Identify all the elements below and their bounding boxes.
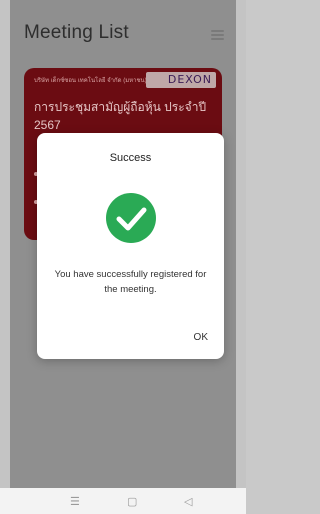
hamburger-menu-icon[interactable] xyxy=(211,30,224,40)
back-icon[interactable]: ◁ xyxy=(184,495,192,508)
page-title: Meeting List xyxy=(24,22,129,43)
card-company-name: บริษัท เด็กซ์ซอน เทคโนโลยี จำกัด (มหาชน) xyxy=(34,78,147,84)
company-logo: DEXON xyxy=(167,73,212,86)
ok-button[interactable]: OK xyxy=(194,332,208,343)
recent-apps-icon[interactable]: ☰ xyxy=(70,495,80,508)
dialog-title: Success xyxy=(109,152,152,164)
system-nav-bar: ☰ ▢ ◁ xyxy=(0,488,246,514)
success-dialog: Success You have successfully registered… xyxy=(37,133,224,359)
meeting-title: การประชุมสามัญผู้ถือหุ้น ประจำปี 2567 xyxy=(34,100,207,132)
home-icon[interactable]: ▢ xyxy=(127,495,137,508)
right-edge xyxy=(236,0,246,488)
dialog-message: You have successfully registered for the… xyxy=(54,269,207,295)
phone-screen: Meeting List บริษัท เด็กซ์ซอน เทคโนโลยี … xyxy=(0,0,246,514)
left-edge xyxy=(0,0,10,488)
check-circle-icon xyxy=(106,193,156,243)
